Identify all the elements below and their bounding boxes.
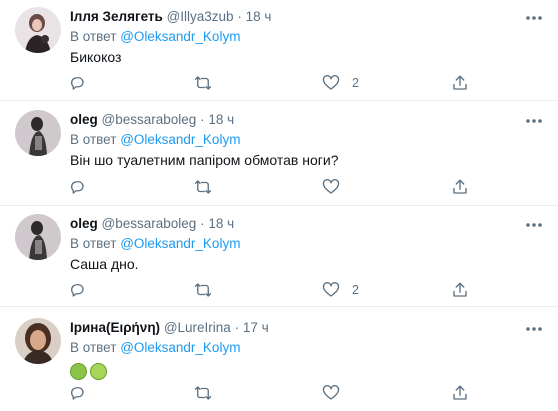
- share-button[interactable]: [451, 278, 469, 302]
- tweet-text: Він шо туалетним папіром обмотав ноги?: [70, 152, 339, 168]
- like-count: 2: [352, 76, 359, 90]
- reply-icon: [71, 387, 84, 400]
- retweet-icon: [194, 283, 212, 297]
- like-button[interactable]: [322, 175, 352, 199]
- tweet[interactable]: Ілля Зелягеть @Illya3zub · 18 ч В ответ …: [0, 0, 558, 101]
- more-options-button[interactable]: [524, 319, 544, 339]
- reply-button[interactable]: [68, 71, 98, 95]
- retweet-icon: [194, 180, 212, 194]
- avatar[interactable]: [15, 110, 61, 156]
- tweet-actions: 2: [60, 278, 480, 302]
- like-heart-icon: [322, 75, 340, 90]
- tweet-actions: [60, 381, 480, 405]
- retweet-icon: [194, 386, 212, 400]
- tweet-header: oleg @bessaraboleg · 18 ч: [70, 110, 558, 130]
- like-button[interactable]: 2: [322, 71, 359, 95]
- display-name[interactable]: Ірина(Ειρήνη): [70, 320, 160, 335]
- username[interactable]: @LureIrina: [164, 320, 231, 335]
- retweet-button[interactable]: [193, 175, 225, 199]
- tweet[interactable]: oleg @bessaraboleg · 18 ч В ответ @Oleks…: [0, 101, 558, 206]
- mention-link[interactable]: @Oleksandr_Kolym: [120, 132, 240, 147]
- more-horizontal-icon: [526, 327, 542, 331]
- separator-dot: ·: [200, 216, 205, 231]
- like-button[interactable]: 2: [322, 278, 359, 302]
- username[interactable]: @bessaraboleg: [102, 216, 197, 231]
- like-heart-icon: [322, 385, 340, 400]
- retweet-button[interactable]: [193, 381, 225, 405]
- reply-context: В ответ @Oleksandr_Kolym: [70, 234, 558, 254]
- like-count: 2: [352, 283, 359, 297]
- tweet-text: Саша дно.: [70, 256, 139, 272]
- tweet[interactable]: Ірина(Ειρήνη) @LureIrina · 17 ч В ответ …: [0, 307, 558, 411]
- tweet-text: [70, 358, 558, 380]
- tweet-header: oleg @bessaraboleg · 18 ч: [70, 214, 558, 234]
- like-heart-icon: [322, 282, 340, 297]
- timestamp[interactable]: 18 ч: [246, 9, 272, 24]
- retweet-button[interactable]: [193, 278, 225, 302]
- reply-icon: [71, 181, 84, 194]
- tweet-actions: [60, 175, 480, 199]
- reply-button[interactable]: [68, 381, 98, 405]
- more-horizontal-icon: [526, 223, 542, 227]
- more-options-button[interactable]: [524, 8, 544, 28]
- face-vomiting-emoji: [90, 362, 107, 380]
- share-button[interactable]: [451, 175, 469, 199]
- display-name[interactable]: Ілля Зелягеть: [70, 9, 163, 24]
- like-heart-icon: [322, 179, 340, 194]
- display-name[interactable]: oleg: [70, 112, 98, 127]
- like-button[interactable]: [322, 381, 352, 405]
- username[interactable]: @bessaraboleg: [102, 112, 197, 127]
- more-horizontal-icon: [526, 16, 542, 20]
- avatar[interactable]: [15, 318, 61, 364]
- retweet-button[interactable]: [193, 71, 225, 95]
- username[interactable]: @Illya3zub: [167, 9, 234, 24]
- timestamp[interactable]: 18 ч: [208, 216, 234, 231]
- nauseated-face-emoji: [70, 362, 87, 380]
- reply-prefix: В ответ: [70, 132, 117, 147]
- share-icon: [453, 385, 467, 400]
- reply-button[interactable]: [68, 278, 98, 302]
- share-button[interactable]: [451, 71, 469, 95]
- separator-dot: ·: [237, 9, 242, 24]
- reply-prefix: В ответ: [70, 340, 117, 355]
- share-button[interactable]: [451, 381, 469, 405]
- tweet-header: Ілля Зелягеть @Illya3zub · 18 ч: [70, 7, 558, 27]
- timestamp[interactable]: 17 ч: [243, 320, 269, 335]
- tweet-actions: 2: [60, 71, 480, 95]
- tweet[interactable]: oleg @bessaraboleg · 18 ч В ответ @Oleks…: [0, 206, 558, 307]
- tweet-header: Ірина(Ειρήνη) @LureIrina · 17 ч: [70, 318, 558, 338]
- avatar[interactable]: [15, 214, 61, 260]
- mention-link[interactable]: @Oleksandr_Kolym: [120, 236, 240, 251]
- reply-context: В ответ @Oleksandr_Kolym: [70, 27, 558, 47]
- mention-link[interactable]: @Oleksandr_Kolym: [120, 29, 240, 44]
- reply-context: В ответ @Oleksandr_Kolym: [70, 338, 558, 358]
- share-icon: [453, 282, 467, 297]
- reply-icon: [71, 284, 84, 297]
- more-horizontal-icon: [526, 119, 542, 123]
- more-options-button[interactable]: [524, 215, 544, 235]
- tweet-text: Бикокоз: [70, 49, 122, 65]
- reply-context: В ответ @Oleksandr_Kolym: [70, 130, 558, 150]
- share-icon: [453, 179, 467, 194]
- more-options-button[interactable]: [524, 111, 544, 131]
- avatar[interactable]: [15, 7, 61, 53]
- display-name[interactable]: oleg: [70, 216, 98, 231]
- reply-prefix: В ответ: [70, 236, 117, 251]
- retweet-icon: [194, 76, 212, 90]
- reply-icon: [71, 77, 84, 90]
- reply-prefix: В ответ: [70, 29, 117, 44]
- timestamp[interactable]: 18 ч: [208, 112, 234, 127]
- share-icon: [453, 75, 467, 90]
- separator-dot: ·: [234, 320, 240, 335]
- mention-link[interactable]: @Oleksandr_Kolym: [120, 340, 240, 355]
- reply-button[interactable]: [68, 175, 98, 199]
- separator-dot: ·: [200, 112, 205, 127]
